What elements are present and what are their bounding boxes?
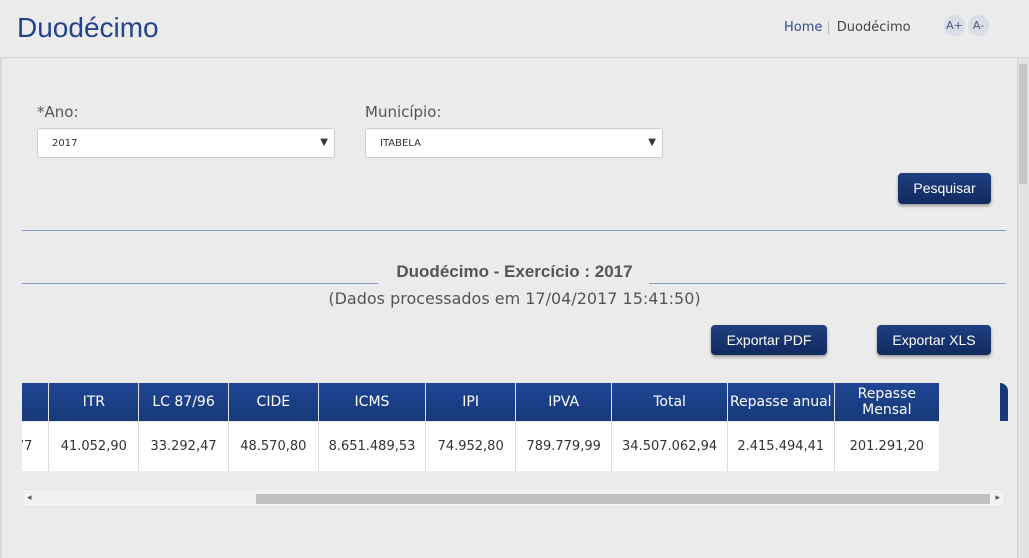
table-cell: 34.507.062,94 — [611, 420, 728, 471]
duodecimo-table: ITR LC 87/96 CIDE ICMS IPI IPVA Total Re… — [22, 383, 939, 471]
report-title: Duodécimo - Exercício : 2017 — [396, 262, 633, 281]
breadcrumb-home-link[interactable]: Home — [784, 20, 822, 35]
table-cell: 33.292,47 — [138, 420, 229, 471]
report-subtitle: (Dados processados em 17/04/2017 15:41:5… — [328, 289, 701, 308]
search-button[interactable]: Pesquisar — [898, 173, 991, 204]
table-cell: 2.415.494,41 — [727, 420, 835, 471]
municipio-label: Município: — [365, 103, 442, 121]
table-cell: 8.651.489,53 — [318, 420, 427, 471]
breadcrumb-separator: | — [826, 20, 831, 35]
table-horizontal-scrollbar-thumb[interactable] — [256, 494, 990, 504]
title-rule-right — [649, 283, 1006, 284]
section-divider — [22, 230, 1006, 231]
column-header-ipva: IPVA — [515, 383, 613, 421]
table-row: 6,77 41.052,90 33.292,47 48.570,80 8.651… — [22, 420, 939, 471]
table-cell: 201.291,20 — [834, 420, 939, 471]
ano-select[interactable]: 2017 ▼ — [37, 128, 335, 158]
duodecimo-table-viewport: ITR LC 87/96 CIDE ICMS IPI IPVA Total Re… — [22, 383, 1005, 471]
scroll-left-arrow-icon[interactable]: ◂ — [27, 492, 32, 503]
column-header-icms: ICMS — [318, 383, 427, 421]
font-decrease-button[interactable]: A- — [968, 15, 989, 36]
export-xls-button[interactable]: Exportar XLS — [877, 325, 991, 355]
column-header-repasse-anual: Repasse anual — [727, 383, 835, 421]
column-header-ipi: IPI — [425, 383, 517, 421]
page-header: Duodécimo Home | Duodécimo A+ A- — [0, 0, 1029, 58]
municipio-select-value: ITABELA — [380, 138, 421, 149]
font-increase-button[interactable]: A+ — [944, 15, 965, 36]
table-horizontal-scrollbar[interactable]: ◂ ▸ — [22, 489, 1005, 507]
table-cell: 74.952,80 — [425, 420, 517, 471]
table-cell: 41.052,90 — [48, 420, 140, 471]
column-header-cide: CIDE — [228, 383, 319, 421]
table-cell: 789.779,99 — [515, 420, 613, 471]
caret-down-icon: ▼ — [320, 137, 328, 148]
column-header-repasse-mensal: Repasse Mensal — [834, 383, 939, 421]
municipio-select[interactable]: ITABELA ▼ — [365, 128, 663, 158]
table-cell: 48.570,80 — [228, 420, 319, 471]
breadcrumb: Home | Duodécimo — [784, 20, 911, 35]
title-rule-left — [22, 283, 378, 284]
page-vertical-scrollbar-thumb[interactable] — [1019, 64, 1027, 184]
scroll-right-arrow-icon[interactable]: ▸ — [995, 492, 1000, 503]
table-header-row: ITR LC 87/96 CIDE ICMS IPI IPVA Total Re… — [22, 383, 939, 421]
breadcrumb-current: Duodécimo — [836, 20, 911, 35]
page-title: Duodécimo — [17, 12, 159, 43]
column-header — [22, 383, 50, 421]
ano-select-value: 2017 — [52, 138, 78, 149]
column-header-itr: ITR — [48, 383, 140, 421]
column-header-total: Total — [611, 383, 728, 421]
caret-down-icon: ▼ — [648, 137, 656, 148]
table-header-corner — [1000, 383, 1008, 421]
font-size-controls: A+ A- — [944, 15, 989, 36]
table-cell: 6,77 — [22, 420, 50, 471]
left-edge-border — [0, 58, 2, 558]
column-header-lc8796: LC 87/96 — [138, 383, 229, 421]
export-pdf-button[interactable]: Exportar PDF — [711, 325, 827, 355]
ano-label: *Ano: — [37, 103, 79, 121]
